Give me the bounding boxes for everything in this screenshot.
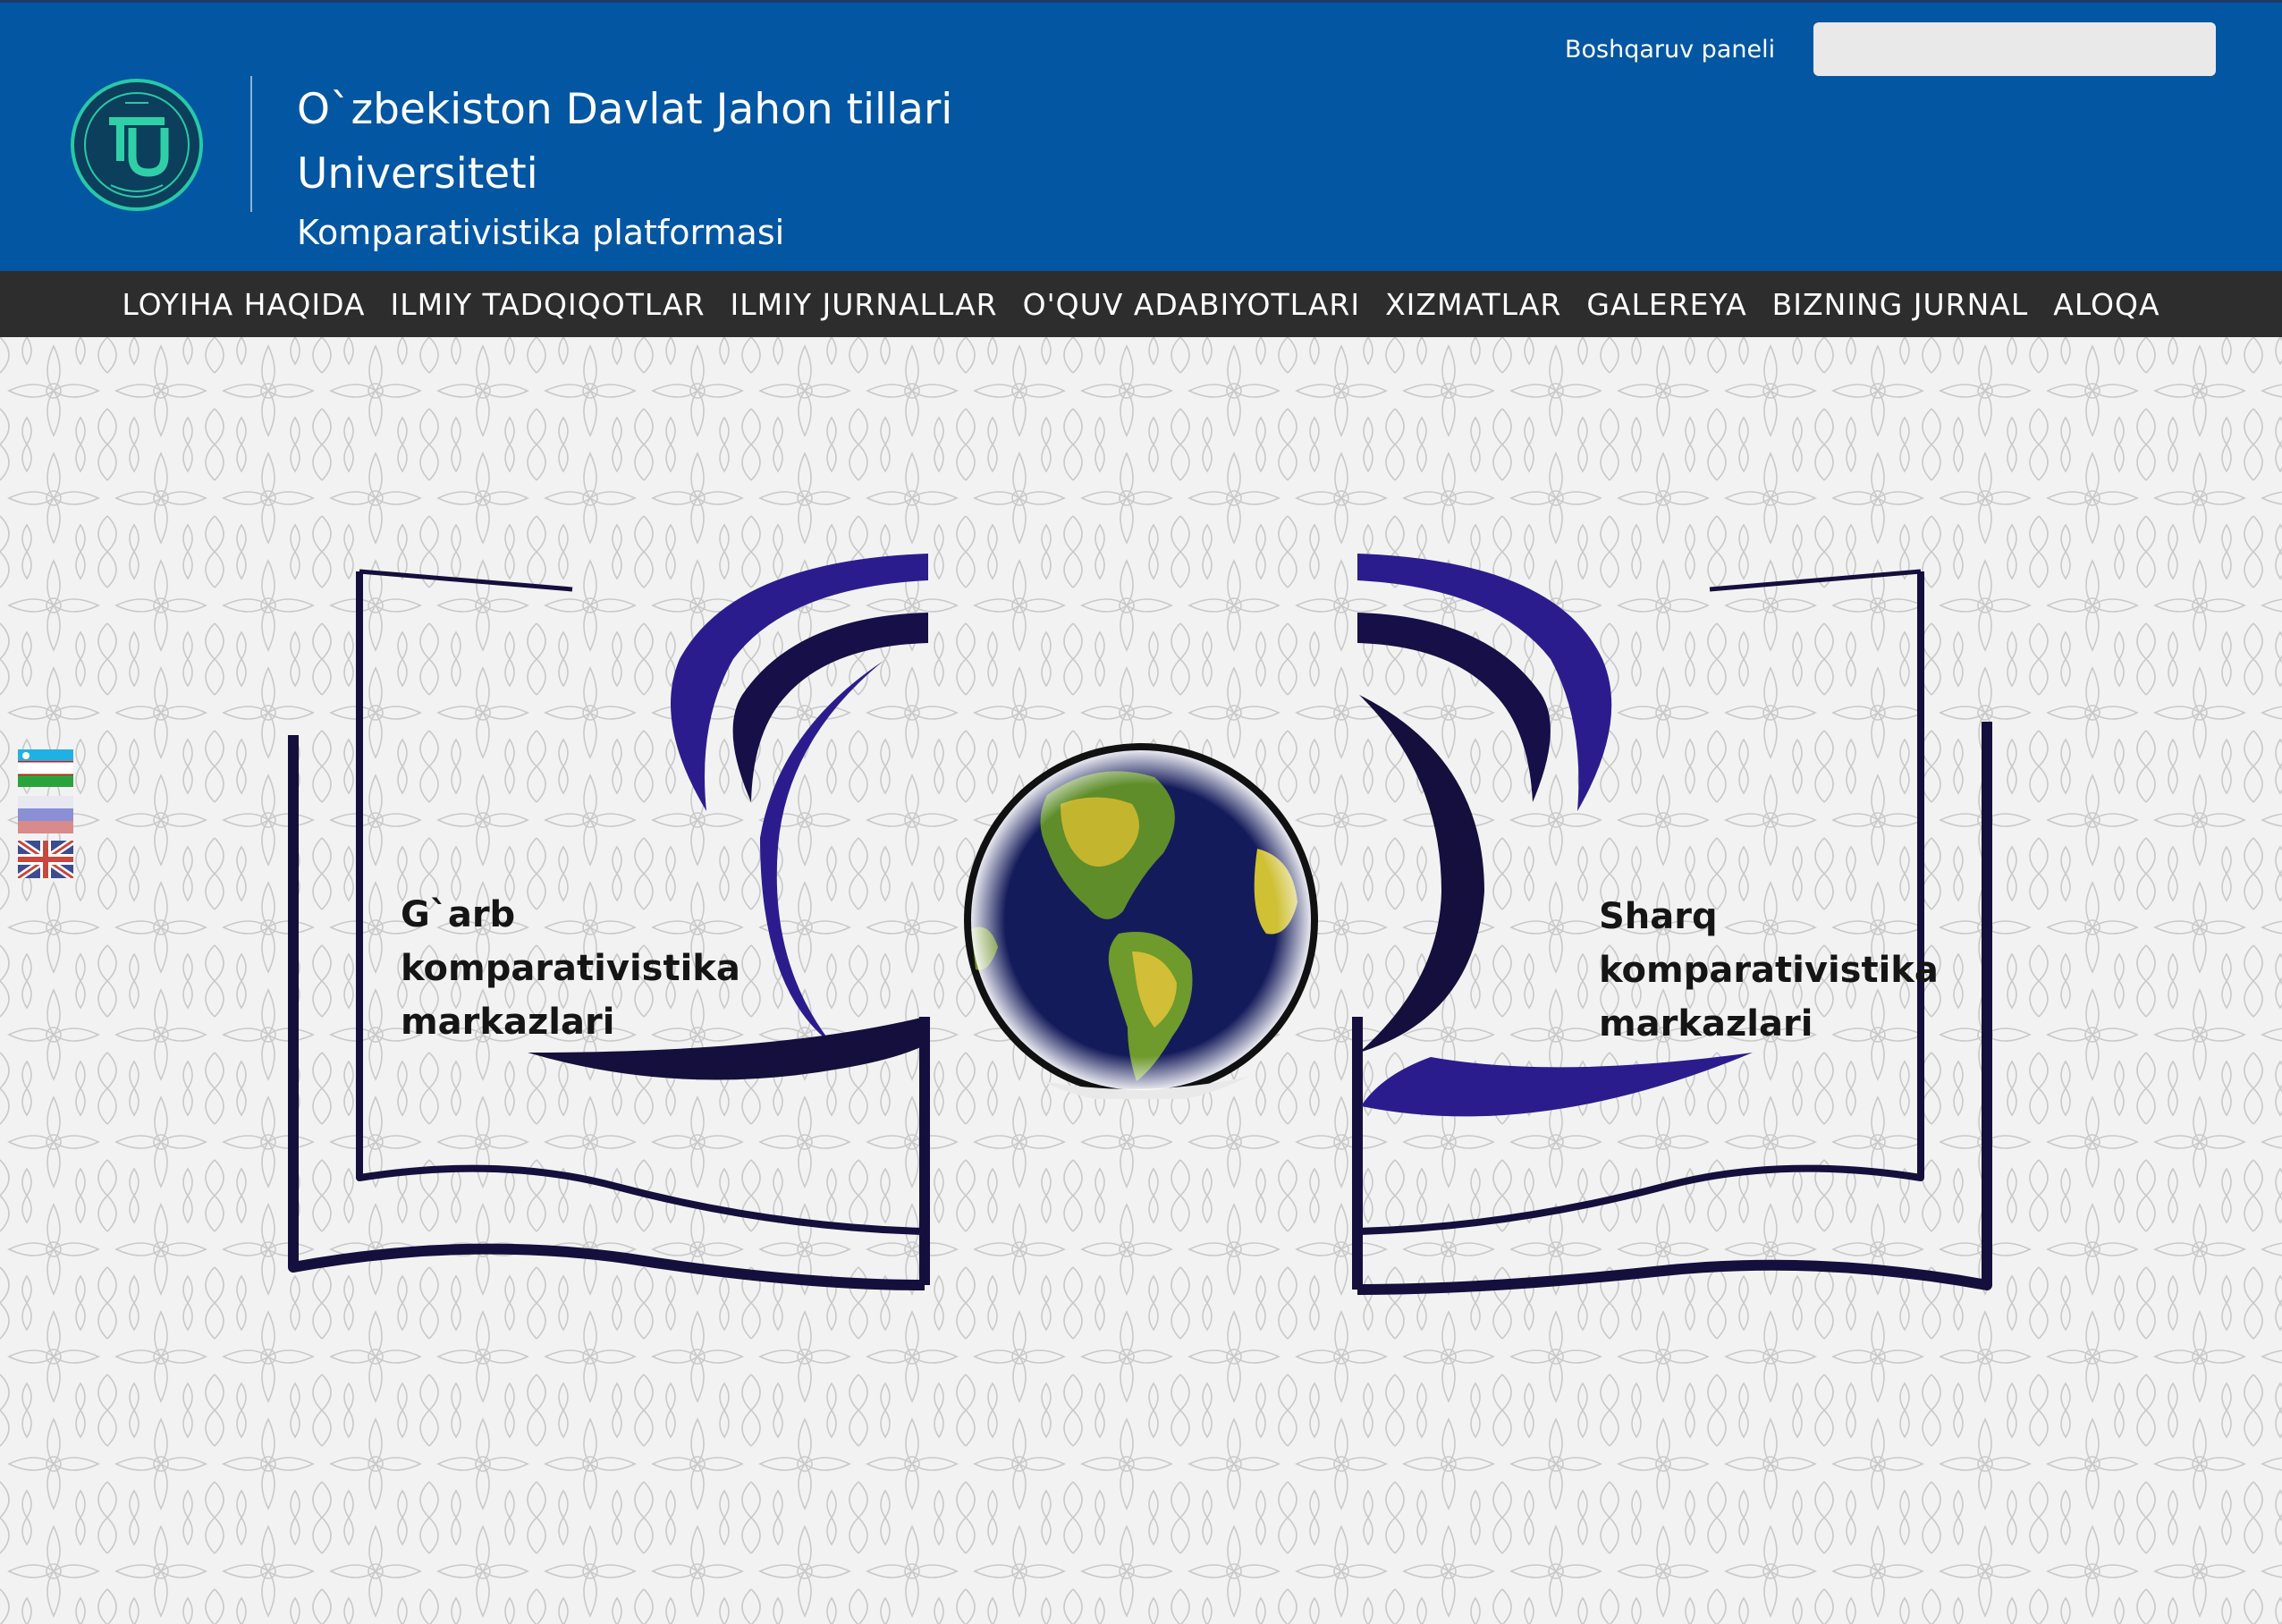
nav-item-ilmiy-jurnallar[interactable]: ILMIY JURNALLAR — [718, 287, 1010, 322]
right-arc-inner — [1359, 695, 1484, 1053]
nav-item-bizning-jurnal[interactable]: BIZNING JURNAL — [1760, 287, 2041, 322]
site-header: O`zbekiston Davlat Jahon tillari Univers… — [0, 0, 2282, 271]
east-centers-label[interactable]: Sharq komparativistika markazlari — [1599, 890, 1939, 1051]
west-label-line2: komparativistika — [401, 948, 740, 989]
uk-flag-icon[interactable] — [18, 841, 73, 878]
nav-item-galereya[interactable]: GALEREYA — [1574, 287, 1759, 322]
main-nav: LOYIHA HAQIDA ILMIY TADQIQOTLAR ILMIY JU… — [0, 271, 2282, 337]
right-page-top — [1709, 569, 1922, 592]
header-divider — [250, 76, 252, 212]
globe-icon — [964, 743, 1318, 1099]
nav-item-loyiha-haqida[interactable]: LOYIHA HAQIDA — [109, 287, 377, 322]
right-arc-bottom — [1361, 1053, 1753, 1117]
east-label-line2: komparativistika — [1599, 950, 1939, 991]
university-logo-icon[interactable] — [70, 78, 204, 212]
west-centers-label[interactable]: G`arb komparativistika markazlari — [401, 888, 740, 1049]
language-switcher — [18, 749, 73, 882]
left-arc-inner — [760, 661, 883, 1044]
russia-flag-icon[interactable] — [18, 796, 73, 833]
nav-item-ilmiy-tadqiqotlar[interactable]: ILMIY TADQIQOTLAR — [378, 287, 718, 322]
west-label-line1: G`arb — [401, 894, 516, 935]
site-title-line2: Universiteti — [297, 149, 538, 199]
search-input[interactable] — [1813, 22, 2216, 76]
hero-section: G`arb komparativistika markazlari Sharq … — [0, 337, 2282, 1624]
site-title-line1: O`zbekiston Davlat Jahon tillari — [297, 85, 953, 134]
site-subtitle: Komparativistika platformasi — [297, 213, 785, 252]
west-label-line3: markazlari — [401, 1002, 615, 1043]
nav-item-xizmatlar[interactable]: XIZMATLAR — [1373, 287, 1574, 322]
east-label-line3: markazlari — [1599, 1003, 1813, 1045]
right-arc-middle — [1357, 613, 1551, 802]
uzbekistan-flag-icon[interactable] — [18, 749, 73, 787]
nav-item-oquv-adabiyotlari[interactable]: O'QUV ADABIYOTLARI — [1010, 287, 1373, 322]
left-page-top — [359, 569, 573, 592]
nav-item-aloqa[interactable]: ALOQA — [2041, 287, 2172, 322]
site-title[interactable]: O`zbekiston Davlat Jahon tillari Univers… — [297, 78, 1030, 207]
admin-panel-link[interactable]: Boshqaruv paneli — [1565, 31, 1775, 69]
east-label-line1: Sharq — [1599, 896, 1718, 937]
